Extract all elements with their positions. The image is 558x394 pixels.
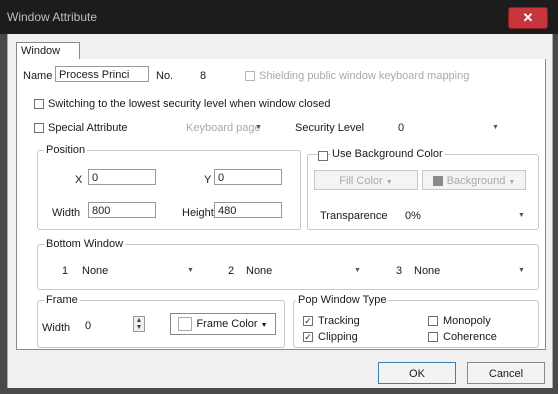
close-icon: ✕ — [522, 10, 534, 25]
height-field[interactable]: 480 — [214, 202, 282, 218]
bottom-window-title: Bottom Window — [44, 238, 126, 250]
frame-group-title: Frame — [44, 294, 80, 306]
bottom-window-1-dropdown-icon: ▼ — [187, 267, 194, 274]
keyboard-page-dropdown-icon: ▼ — [255, 124, 262, 131]
name-field[interactable]: Process Princi — [55, 66, 149, 82]
transparence-label: Transparence — [320, 210, 388, 222]
spin-up-icon: ▲ — [135, 317, 143, 324]
cancel-button[interactable]: Cancel — [467, 362, 545, 384]
window-bottom-border — [0, 388, 558, 394]
tracking-checkbox[interactable]: ✓ — [303, 316, 313, 326]
switching-checkbox[interactable] — [34, 99, 44, 109]
check-icon: ✓ — [304, 316, 312, 326]
spin-down-icon: ▼ — [135, 324, 143, 331]
x-label: X — [75, 174, 83, 186]
monopoly-checkbox[interactable] — [428, 316, 438, 326]
security-level-label: Security Level — [295, 122, 365, 134]
bottom-window-3-select[interactable]: None — [414, 265, 440, 277]
bottom-window-3-dropdown-icon: ▼ — [518, 267, 525, 274]
shielding-label: Shielding public window keyboard mapping — [259, 70, 470, 82]
tab-window[interactable]: Window — [16, 42, 80, 59]
security-level-dropdown-icon: ▼ — [492, 124, 499, 131]
pop-window-type-title: Pop Window Type — [296, 294, 389, 306]
shielding-checkbox[interactable] — [245, 71, 255, 81]
background-dropdown-icon: ▼ — [508, 179, 516, 186]
no-value: 8 — [200, 70, 207, 82]
bottom-window-3-index: 3 — [396, 265, 403, 277]
frame-color-dropdown-icon: ▼ — [260, 322, 268, 329]
bottom-window-group — [37, 244, 539, 290]
window-left-border — [0, 34, 7, 394]
monopoly-label: Monopoly — [443, 315, 491, 327]
bottom-window-2-select[interactable]: None — [246, 265, 272, 277]
name-label: Name — [23, 70, 53, 82]
background-color-button[interactable]: Background ▼ — [422, 170, 526, 190]
window-title: Window Attribute — [7, 10, 98, 24]
check-icon: ✓ — [304, 332, 312, 342]
y-field[interactable]: 0 — [214, 169, 282, 185]
keyboard-page-combo[interactable]: Keyboard page — [186, 122, 261, 134]
transparence-value[interactable]: 0% — [405, 210, 421, 222]
clipping-label: Clipping — [318, 331, 358, 343]
x-field[interactable]: 0 — [88, 169, 156, 185]
special-attribute-checkbox[interactable] — [34, 123, 44, 133]
frame-color-button[interactable]: Frame Color ▼ — [170, 313, 276, 335]
transparence-dropdown-icon: ▼ — [518, 212, 525, 219]
frame-width-label: Width — [42, 322, 71, 334]
title-bar: Window Attribute ✕ — [0, 0, 558, 34]
width-field[interactable]: 800 — [88, 202, 156, 218]
background-swatch — [432, 176, 443, 187]
position-group-title: Position — [44, 144, 88, 156]
height-label: Height — [182, 207, 214, 219]
no-label: No. — [156, 70, 174, 82]
bottom-window-2-index: 2 — [228, 265, 235, 277]
security-level-value[interactable]: 0 — [398, 122, 404, 134]
bottom-window-2-dropdown-icon: ▼ — [354, 267, 361, 274]
width-label: Width — [52, 207, 81, 219]
fill-color-label: Fill Color — [339, 175, 383, 187]
bottom-window-1-select[interactable]: None — [82, 265, 108, 277]
ok-button[interactable]: OK — [378, 362, 456, 384]
tracking-label: Tracking — [318, 315, 360, 327]
coherence-label: Coherence — [443, 331, 497, 343]
use-background-label: Use Background Color — [330, 148, 445, 160]
close-button[interactable]: ✕ — [508, 7, 548, 29]
background-label: Background — [446, 175, 506, 187]
fill-color-dropdown-icon: ▼ — [385, 179, 393, 186]
use-background-checkbox[interactable] — [318, 151, 328, 161]
frame-width-spinner[interactable]: ▲ ▼ — [133, 316, 145, 332]
frame-color-swatch — [178, 317, 193, 332]
y-label: Y — [204, 174, 212, 186]
frame-color-label: Frame Color — [196, 318, 258, 330]
bottom-window-1-index: 1 — [62, 265, 69, 277]
switching-label: Switching to the lowest security level w… — [48, 98, 331, 110]
fill-color-button[interactable]: Fill Color ▼ — [314, 170, 418, 190]
frame-width-value[interactable]: 0 — [85, 320, 91, 332]
special-attribute-label: Special Attribute — [48, 122, 128, 134]
clipping-checkbox[interactable]: ✓ — [303, 332, 313, 342]
coherence-checkbox[interactable] — [428, 332, 438, 342]
